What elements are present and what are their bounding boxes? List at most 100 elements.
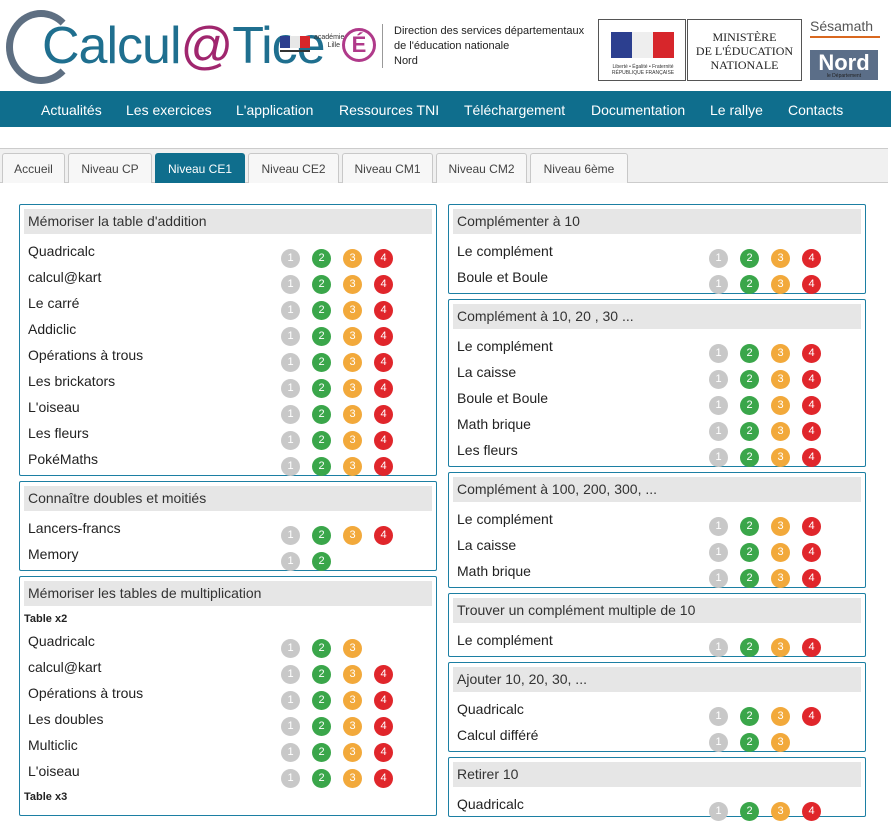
level-4-button[interactable]: 4 (802, 275, 821, 294)
level-2-button[interactable]: 2 (740, 733, 759, 752)
nav-item-ressources-tni[interactable]: Ressources TNI (339, 91, 439, 127)
exercise-row-lancers-francs: Lancers-francs 1 2 3 4 (28, 516, 430, 545)
exercise-row-le-complement: Le complément 1 2 3 4 (457, 628, 859, 657)
level-1-button[interactable]: 1 (709, 638, 728, 657)
exercise-label[interactable]: Lancers-francs (28, 520, 121, 536)
nav-item-documentation[interactable]: Documentation (591, 91, 685, 127)
level-1-button[interactable]: 1 (281, 769, 300, 788)
level-4-button[interactable]: 4 (802, 569, 821, 588)
tab-niveau-cm1[interactable]: Niveau CM1 (342, 153, 433, 183)
exercise-row-pokemaths: PokéMaths 1 2 3 4 (28, 447, 430, 476)
exercise-label[interactable]: Le complément (457, 243, 553, 259)
exercise-label[interactable]: Boule et Boule (457, 390, 548, 406)
level-3-button[interactable]: 3 (771, 275, 790, 294)
exercise-row-les-doubles: Les doubles 1 2 3 4 (28, 707, 430, 736)
level-3-button[interactable]: 3 (771, 802, 790, 821)
level-2-button[interactable]: 2 (312, 457, 331, 476)
french-flag-icon (611, 32, 675, 58)
exercise-label[interactable]: Quadricalc (28, 633, 95, 649)
exercise-label[interactable]: calcul@kart (28, 269, 101, 285)
nav-item-rallye[interactable]: Le rallye (710, 91, 763, 127)
exercise-label[interactable]: Le complément (457, 338, 553, 354)
exercise-label[interactable]: Le complément (457, 511, 553, 527)
panel-title: Complémenter à 10 (453, 209, 861, 234)
exercise-label[interactable]: Addiclic (28, 321, 76, 337)
nav-item-application[interactable]: L'application (236, 91, 313, 127)
exercise-label[interactable]: Quadricalc (457, 796, 524, 812)
level-2-button[interactable]: 2 (740, 802, 759, 821)
exercise-label[interactable]: Les fleurs (457, 442, 518, 458)
tab-niveau-6eme[interactable]: Niveau 6ème (530, 153, 628, 183)
exercise-row-calcul-differe: Calcul différé 1 2 3 (457, 723, 859, 752)
panel-memoriser-les-tables-de-multiplication: Mémoriser les tables de multiplication Ta… (19, 576, 437, 816)
panel-complement-a-100-200-300: Complément à 100, 200, 300, ... Le complé… (448, 472, 866, 588)
exercise-label[interactable]: Memory (28, 546, 79, 562)
exercise-label[interactable]: Opérations à trous (28, 347, 143, 363)
nav-item-actualites[interactable]: Actualités (41, 91, 102, 127)
level-1-button[interactable]: 1 (281, 552, 300, 571)
level-2-button[interactable]: 2 (312, 769, 331, 788)
level-3-button[interactable]: 3 (771, 569, 790, 588)
exercise-label[interactable]: Multiclic (28, 737, 78, 753)
level-2-button[interactable]: 2 (740, 448, 759, 467)
exercise-label[interactable]: La caisse (457, 364, 516, 380)
tab-niveau-cp[interactable]: Niveau CP (68, 153, 152, 183)
level-4-button[interactable]: 4 (802, 802, 821, 821)
level-2-button[interactable]: 2 (740, 275, 759, 294)
level-4-button[interactable]: 4 (802, 448, 821, 467)
sesamath-logo[interactable]: Sésamath (810, 18, 880, 38)
level-3-button[interactable]: 3 (771, 638, 790, 657)
exercise-label[interactable]: Quadricalc (28, 243, 95, 259)
nav-item-contacts[interactable]: Contacts (788, 91, 843, 127)
exercise-row-boule-et-boule: Boule et Boule 1 2 3 4 (457, 265, 859, 294)
exercise-label[interactable]: Boule et Boule (457, 269, 548, 285)
level-1-button[interactable]: 1 (709, 802, 728, 821)
panel-memoriser-la-table-d-addition: Mémoriser la table d'addition Quadricalc 1… (19, 204, 437, 476)
level-3-button[interactable]: 3 (771, 733, 790, 752)
panel-title: Trouver un complément multiple de 10 (453, 598, 861, 623)
nord-logo[interactable]: Nord le Département (810, 50, 878, 80)
exercise-label[interactable]: calcul@kart (28, 659, 101, 675)
exercise-label[interactable]: L'oiseau (28, 399, 80, 415)
level-4-button[interactable]: 4 (802, 638, 821, 657)
exercise-label[interactable]: Math brique (457, 416, 531, 432)
exercise-row-boule-et-boule: Boule et Boule 1 2 3 4 (457, 386, 859, 415)
exercise-label[interactable]: PokéMaths (28, 451, 98, 467)
level-1-button[interactable]: 1 (281, 457, 300, 476)
nav-item-telechargement[interactable]: Téléchargement (464, 91, 565, 127)
level-1-button[interactable]: 1 (709, 448, 728, 467)
exercise-label[interactable]: Le carré (28, 295, 79, 311)
level-1-button[interactable]: 1 (709, 569, 728, 588)
level-4-button[interactable]: 4 (374, 457, 393, 476)
tab-niveau-cm2[interactable]: Niveau CM2 (436, 153, 527, 183)
level-2-button[interactable]: 2 (740, 638, 759, 657)
tab-niveau-ce2[interactable]: Niveau CE2 (248, 153, 339, 183)
exercise-label[interactable]: Opérations à trous (28, 685, 143, 701)
level-2-button[interactable]: 2 (312, 552, 331, 571)
exercise-row-memory: Memory 1 2 (28, 542, 430, 571)
tab-niveau-ce1[interactable]: Niveau CE1 (155, 153, 245, 183)
exercise-label[interactable]: La caisse (457, 537, 516, 553)
level-3-button[interactable]: 3 (771, 448, 790, 467)
exercise-label[interactable]: Quadricalc (457, 701, 524, 717)
level-1-button[interactable]: 1 (709, 733, 728, 752)
tab-accueil[interactable]: Accueil (2, 153, 65, 183)
exercise-label[interactable]: Les doubles (28, 711, 104, 727)
exercise-label[interactable]: Les fleurs (28, 425, 89, 441)
exercise-label[interactable]: Math brique (457, 563, 531, 579)
nav-item-exercices[interactable]: Les exercices (126, 91, 212, 127)
exercise-row-la-caisse: La caisse 1 2 3 4 (457, 533, 859, 562)
calcultice-logo[interactable]: Calcul@Tice (6, 8, 326, 90)
exercise-row-l-oiseau: L'oiseau 1 2 3 4 (28, 759, 430, 788)
exercise-label[interactable]: Calcul différé (457, 727, 538, 743)
exercise-row-math-brique: Math brique 1 2 3 4 (457, 559, 859, 588)
exercise-label[interactable]: L'oiseau (28, 763, 80, 779)
exercise-label[interactable]: Le complément (457, 632, 553, 648)
level-3-button[interactable]: 3 (343, 769, 362, 788)
level-2-button[interactable]: 2 (740, 569, 759, 588)
level-1-button[interactable]: 1 (709, 275, 728, 294)
level-4-button[interactable]: 4 (374, 769, 393, 788)
level-3-button[interactable]: 3 (343, 457, 362, 476)
panel-title: Ajouter 10, 20, 30, ... (453, 667, 861, 692)
exercise-label[interactable]: Les brickators (28, 373, 115, 389)
